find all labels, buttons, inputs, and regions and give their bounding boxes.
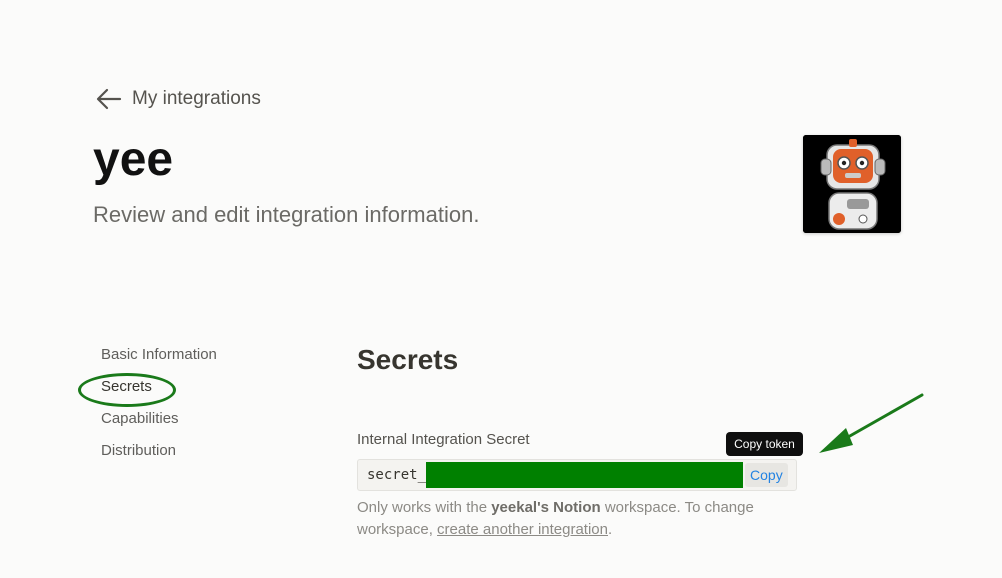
integration-avatar[interactable] [803,135,901,233]
sidenav-item-basic-information[interactable]: Basic Information [101,344,217,376]
annotation-arrow-icon [819,393,924,453]
settings-sidenav: Basic Information Secrets Capabilities D… [101,344,217,472]
secret-help-text: Only works with the yeekal's Notion work… [357,497,777,541]
back-link-label: My integrations [132,88,261,109]
robot-icon [803,135,901,233]
redacted-secret-value [426,462,744,488]
copy-button[interactable]: Copy [745,463,788,487]
page-title: yee [93,133,174,186]
help-text-before: Only works with the [357,499,492,516]
workspace-name: yeekal's Notion [491,499,601,516]
sidenav-item-distribution[interactable]: Distribution [101,440,217,472]
secrets-section-title: Secrets [357,344,459,375]
back-to-integrations-link[interactable]: My integrations [96,88,261,110]
help-text-after: . [608,521,613,538]
sidenav-item-capabilities[interactable]: Capabilities [101,408,217,440]
secret-token-field[interactable]: secret_ Copy [357,459,797,491]
create-integration-link[interactable]: create another integration [437,521,608,538]
copy-token-tooltip: Copy token [726,432,803,456]
secret-field-label: Internal Integration Secret [357,431,530,448]
sidenav-item-secrets[interactable]: Secrets [101,376,217,408]
secret-prefix: secret_ [367,467,427,483]
page-subtitle: Review and edit integration information. [93,202,480,227]
arrow-left-icon [96,88,122,110]
